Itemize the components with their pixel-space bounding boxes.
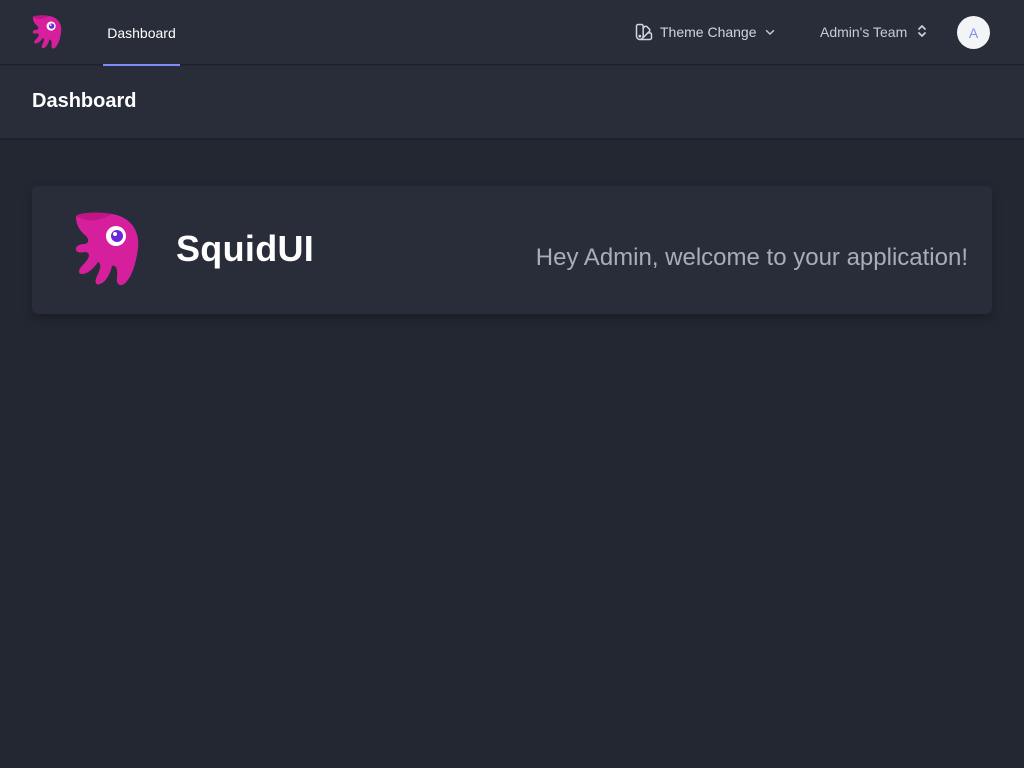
team-selector[interactable]: Admin's Team [820, 20, 927, 44]
swatch-icon [634, 22, 654, 42]
welcome-message: Hey Admin, welcome to your application! [535, 244, 968, 271]
team-selector-label: Admin's Team [820, 24, 908, 40]
user-avatar[interactable]: A [957, 16, 990, 49]
brand-name: SquidUI [176, 228, 315, 269]
theme-change-label: Theme Change [660, 24, 757, 40]
tab-dashboard-label: Dashboard [107, 24, 176, 41]
page-title: Dashboard [32, 90, 137, 112]
top-navbar: Dashboard Theme Change Admin's Team A [0, 0, 1024, 66]
tab-dashboard[interactable]: Dashboard [103, 0, 180, 66]
page-header: Dashboard [0, 66, 1024, 138]
theme-change-button[interactable]: Theme Change [634, 20, 777, 44]
squid-logo-icon [72, 210, 142, 288]
squid-logo-icon[interactable] [31, 14, 63, 50]
welcome-card: SquidUI Hey Admin, welcome to your appli… [32, 186, 992, 314]
avatar-initial: A [968, 24, 979, 41]
selector-icon [917, 24, 927, 41]
chevron-down-icon [763, 25, 777, 39]
